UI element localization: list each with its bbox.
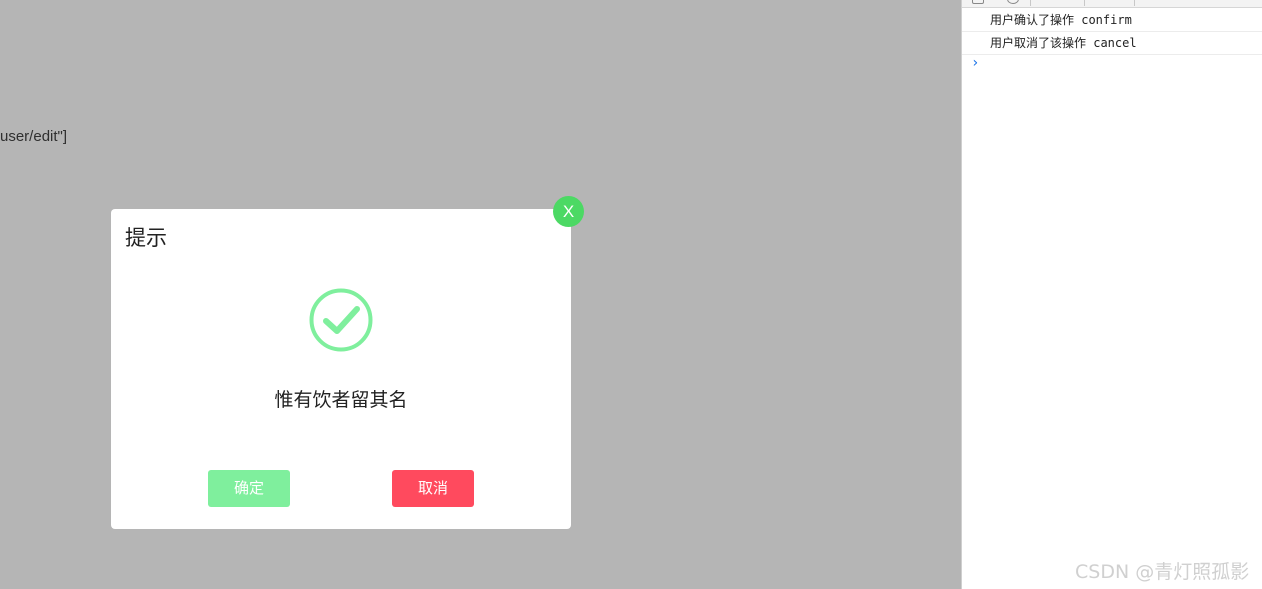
toolbar-divider — [1134, 0, 1135, 6]
confirm-button[interactable]: 确定 — [208, 470, 290, 507]
dialog: 提示 X 惟有饮者留其名 确定 取消 — [111, 196, 584, 529]
toolbar-divider — [1084, 0, 1085, 6]
cancel-button[interactable]: 取消 — [392, 470, 474, 507]
console-prompt-icon[interactable]: › — [971, 55, 979, 71]
check-circle-icon — [309, 288, 373, 352]
console-log-line: 用户取消了该操作 cancel — [962, 32, 1262, 55]
watermark: CSDN @青灯照孤影 — [1075, 561, 1250, 583]
close-button[interactable]: X — [553, 196, 584, 227]
console-toolbar — [962, 0, 1262, 8]
dialog-message: 惟有饮者留其名 — [274, 389, 408, 411]
route-text: user/edit"] — [0, 128, 68, 145]
toolbar-divider — [1030, 0, 1031, 6]
console-log-line: 用户确认了操作 confirm — [962, 9, 1262, 32]
devtools-console: 用户确认了操作 confirm 用户取消了该操作 cancel › — [961, 0, 1262, 589]
sidebar-toggle-icon[interactable] — [972, 0, 984, 4]
clear-console-icon[interactable] — [1007, 0, 1019, 4]
dialog-title: 提示 — [125, 226, 167, 250]
